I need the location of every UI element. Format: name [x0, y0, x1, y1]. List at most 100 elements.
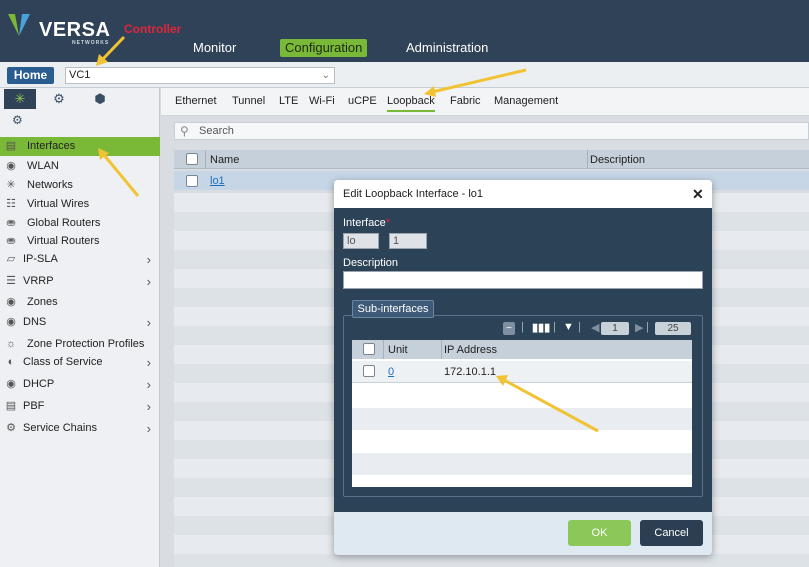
network-icon[interactable]: ✳: [4, 89, 36, 109]
sidebar-item-label: Global Routers: [27, 217, 101, 229]
sidebar-item-label: Service Chains: [23, 422, 97, 434]
chevron-right-icon: ›: [146, 399, 151, 414]
interface-name-field: lo: [343, 233, 379, 249]
column-divider: [205, 150, 206, 169]
sidebar-item-label: PBF: [23, 400, 45, 412]
sidebar-item-vrrp[interactable]: ☰ VRRP ›: [0, 272, 160, 291]
cancel-button[interactable]: Cancel: [640, 520, 703, 546]
row-checkbox[interactable]: [186, 175, 198, 187]
description-field[interactable]: [343, 271, 703, 289]
page-input[interactable]: 1: [601, 322, 629, 335]
table-row: [352, 408, 692, 430]
tab-loopback[interactable]: Loopback: [387, 95, 435, 112]
close-icon[interactable]: ✕: [692, 186, 704, 203]
column-header-description[interactable]: Description: [590, 154, 645, 166]
tab-ethernet[interactable]: Ethernet: [175, 95, 217, 107]
chevron-down-icon: ⌄: [321, 70, 330, 81]
tab-wifi[interactable]: Wi-Fi: [309, 95, 335, 107]
sidebar-item-interfaces[interactable]: ▤ Interfaces: [0, 137, 160, 156]
sidebar-item-class-of-service[interactable]: ◐ Class of Service ›: [0, 353, 160, 372]
sidebar-item-label: Virtual Routers: [27, 235, 100, 247]
search-placeholder: Search: [199, 125, 234, 137]
cos-icon: ◐: [7, 356, 15, 368]
sidebar-item-label: Zones: [27, 296, 58, 308]
table-row[interactable]: 0 172.10.1.1: [352, 361, 692, 383]
column-header-unit[interactable]: Unit: [388, 344, 408, 356]
prev-page-icon[interactable]: ◀: [591, 321, 599, 334]
globe-gear-icon[interactable]: ⚙: [12, 113, 23, 127]
organization-value: VC1: [69, 69, 91, 81]
sidebar-item-zone-protection-profiles[interactable]: ☼ Zone Protection Profiles: [0, 335, 160, 354]
sidebar-item-virtual-wires[interactable]: ☷ Virtual Wires: [0, 195, 160, 214]
networks-icon: ✳: [6, 179, 16, 191]
sidebar-item-networks[interactable]: ✳ Networks: [0, 176, 160, 195]
chevron-right-icon: ›: [146, 315, 151, 330]
interface-label: Interface*: [343, 217, 390, 229]
search-input[interactable]: ⚲ Search: [174, 122, 809, 140]
tab-fabric[interactable]: Fabric: [450, 95, 481, 107]
versa-logo-icon: [8, 14, 30, 36]
chevron-right-icon: ›: [146, 355, 151, 370]
nav-configuration[interactable]: Configuration: [280, 39, 368, 57]
sidebar-item-label: WLAN: [27, 160, 59, 172]
sidebar-item-wlan[interactable]: ◉ WLAN: [0, 157, 160, 176]
page-size-select[interactable]: 25: [655, 322, 691, 335]
sidebar-item-service-chains[interactable]: ⚙ Service Chains ›: [0, 419, 160, 438]
search-icon: ⚲: [180, 124, 189, 138]
toolbar-divider: |: [646, 321, 649, 333]
sidebar-item-pbf[interactable]: ▤ PBF ›: [0, 397, 160, 416]
next-page-icon[interactable]: ▶: [635, 321, 643, 334]
router-icon: ⛂: [6, 235, 16, 247]
dialog-title: Edit Loopback Interface - lo1: [343, 188, 484, 200]
home-button[interactable]: Home: [7, 67, 54, 84]
column-header-name[interactable]: Name: [210, 154, 239, 166]
sidebar-item-label: Virtual Wires: [27, 198, 90, 210]
unit-link[interactable]: 0: [388, 366, 394, 378]
dhcp-icon: ◉: [6, 378, 16, 390]
table-row: [174, 554, 809, 567]
tab-tunnel[interactable]: Tunnel: [232, 95, 265, 107]
sidebar-item-label: IP-SLA: [23, 253, 58, 265]
brand-sub: NETWORKS: [72, 40, 110, 46]
tab-ucpe[interactable]: uCPE: [348, 95, 377, 107]
description-label: Description: [343, 257, 399, 269]
column-divider: [441, 340, 442, 359]
columns-icon[interactable]: ▮▮▮: [532, 321, 550, 334]
sidebar-item-label: DHCP: [23, 378, 55, 390]
chevron-right-icon: ›: [146, 421, 151, 436]
toolbar-divider: |: [578, 321, 581, 333]
box-icon[interactable]: ⬢: [84, 89, 116, 109]
organization-select[interactable]: VC1 ⌄: [65, 67, 335, 84]
sidebar-item-dns[interactable]: ◉ DNS ›: [0, 313, 160, 332]
column-header-ip-address[interactable]: IP Address: [444, 344, 497, 356]
sidebar-item-virtual-routers[interactable]: ⛂ Virtual Routers: [0, 232, 160, 251]
select-all-checkbox[interactable]: [186, 153, 198, 165]
sidebar-item-label: Networks: [27, 179, 73, 191]
brand-name: VERSA: [39, 19, 111, 41]
sidebar-item-ip-sla[interactable]: ▱ IP-SLA ›: [0, 250, 160, 269]
nav-monitor[interactable]: Monitor: [193, 39, 236, 57]
pbf-icon: ▤: [5, 400, 17, 412]
tab-management[interactable]: Management: [494, 95, 558, 107]
required-marker: *: [385, 217, 391, 229]
ip-address-value: 172.10.1.1: [444, 366, 496, 378]
ok-button[interactable]: OK: [568, 520, 631, 546]
wifi-icon: ◉: [6, 160, 16, 172]
sidebar-item-zones[interactable]: ◉ Zones: [0, 293, 160, 312]
interface-name-link[interactable]: lo1: [210, 175, 225, 187]
toolbar-divider: |: [521, 321, 524, 333]
toolbar-divider: |: [553, 321, 556, 333]
remove-icon[interactable]: −: [503, 322, 515, 335]
row-checkbox[interactable]: [363, 365, 375, 377]
sidebar-item-global-routers[interactable]: ⛂ Global Routers: [0, 214, 160, 233]
chevron-right-icon: ›: [146, 377, 151, 392]
nav-administration[interactable]: Administration: [406, 39, 488, 57]
shield-icon: ☼: [5, 338, 17, 350]
gear-icon[interactable]: ⚙: [43, 89, 75, 109]
tab-lte[interactable]: LTE: [279, 95, 298, 107]
controller-annotation: Controller: [124, 22, 182, 36]
filter-icon[interactable]: ▼: [563, 321, 574, 333]
select-all-checkbox[interactable]: [363, 343, 375, 355]
sidebar-item-dhcp[interactable]: ◉ DHCP ›: [0, 375, 160, 394]
subinterfaces-tab[interactable]: Sub-interfaces: [352, 300, 434, 318]
